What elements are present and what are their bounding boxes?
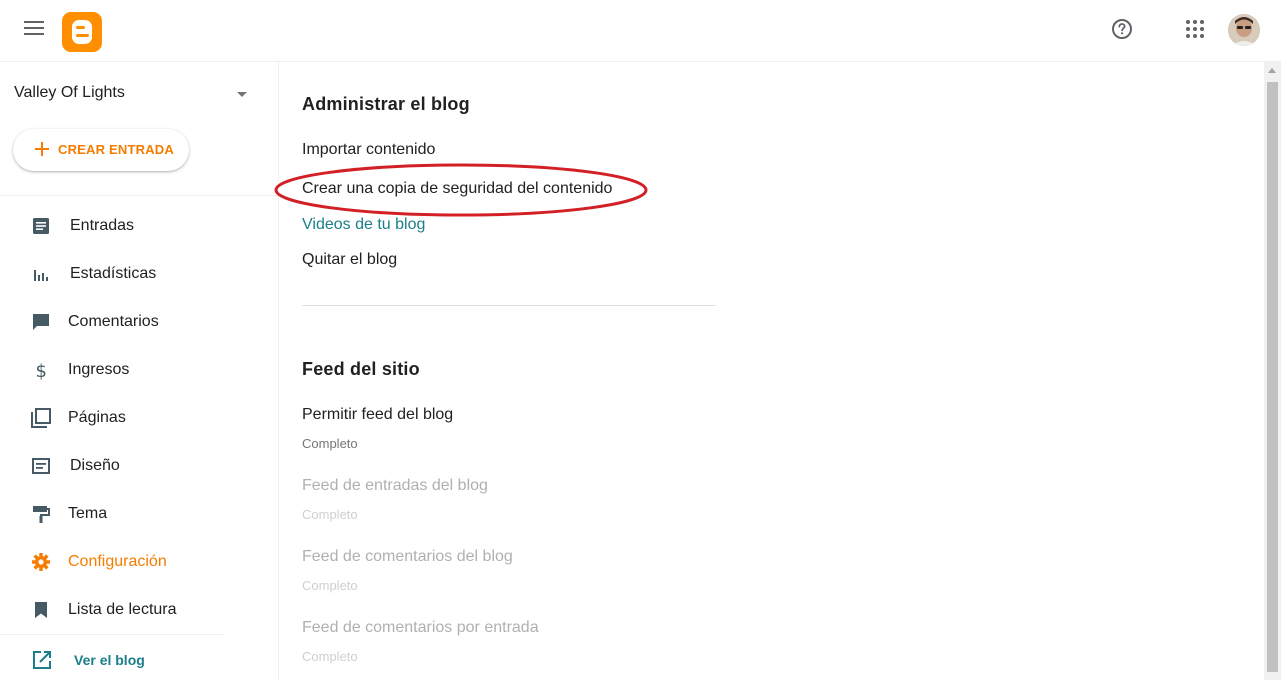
layout-icon [32, 458, 50, 474]
sidebar-item-entradas[interactable]: Entradas [0, 206, 279, 246]
top-app-bar [0, 0, 1281, 62]
create-post-label: CREAR ENTRADA [58, 142, 174, 157]
pages-icon [31, 408, 51, 428]
external-link-icon [33, 651, 51, 669]
allow-feed-setting[interactable]: Permitir feed del blog [302, 406, 453, 424]
sidebar: Valley Of Lights CREAR ENTRADA Entradas … [0, 62, 279, 680]
section-title-feed: Feed del sitio [302, 359, 420, 379]
backup-content-link[interactable]: Crear una copia de seguridad del conteni… [302, 180, 612, 198]
dropdown-caret-icon [237, 92, 247, 97]
sidebar-item-lista-de-lectura[interactable]: Lista de lectura [0, 590, 279, 630]
view-blog-label: Ver el blog [74, 652, 145, 668]
blog-selector[interactable]: Valley Of Lights [14, 84, 254, 108]
per-post-comments-feed-setting: Feed de comentarios por entrada [302, 619, 539, 636]
posts-icon [33, 218, 49, 234]
sidebar-item-label: Configuración [68, 553, 167, 570]
scroll-up-arrow-icon[interactable] [1268, 68, 1276, 73]
sidebar-item-configuracion[interactable]: Configuración [0, 542, 279, 582]
allow-feed-value: Completo [302, 436, 358, 451]
hamburger-icon[interactable] [24, 21, 44, 37]
blog-name: Valley Of Lights [14, 84, 125, 101]
section-title-manage: Administrar el blog [302, 94, 470, 114]
apps-grid-icon[interactable] [1186, 20, 1204, 38]
paint-roller-icon [33, 506, 50, 523]
view-blog-link[interactable]: Ver el blog [0, 646, 224, 674]
sidebar-item-ingresos[interactable]: $ Ingresos [0, 350, 279, 390]
comments-icon [33, 314, 49, 330]
divider [302, 305, 716, 306]
create-post-button[interactable]: CREAR ENTRADA [13, 129, 189, 171]
remove-blog-link[interactable]: Quitar el blog [302, 251, 397, 269]
avatar[interactable] [1228, 14, 1260, 46]
plus-icon [35, 142, 49, 156]
gear-icon [32, 553, 50, 571]
comments-feed-setting: Feed de comentarios del blog [302, 548, 513, 565]
posts-feed-value: Completo [302, 507, 358, 522]
comments-feed-value: Completo [302, 578, 358, 593]
sidebar-item-label: Lista de lectura [68, 601, 177, 618]
sidebar-item-label: Comentarios [68, 313, 159, 330]
dollar-icon: $ [36, 361, 47, 380]
sidebar-item-diseno[interactable]: Diseño [0, 446, 279, 486]
blogger-logo-icon[interactable] [62, 12, 102, 52]
per-post-comments-feed-value: Completo [302, 649, 358, 664]
settings-content: Administrar el blog Importar contenido C… [274, 62, 1264, 680]
vertical-scrollbar[interactable] [1264, 62, 1281, 680]
stats-icon [34, 270, 48, 281]
sidebar-item-comentarios[interactable]: Comentarios [0, 302, 279, 342]
blog-videos-link[interactable]: Videos de tu blog [302, 216, 425, 234]
sidebar-item-estadisticas[interactable]: Estadísticas [0, 254, 279, 294]
sidebar-item-label: Entradas [70, 217, 135, 234]
sidebar-item-label: Ingresos [68, 361, 130, 378]
sidebar-item-label: Páginas [68, 409, 126, 426]
divider [0, 195, 279, 196]
scrollbar-thumb[interactable] [1267, 82, 1278, 672]
svg-text:$: $ [36, 361, 47, 380]
help-icon[interactable] [1111, 18, 1133, 40]
sidebar-item-label: Tema [68, 505, 108, 522]
sidebar-item-label: Estadísticas [70, 265, 157, 282]
sidebar-item-tema[interactable]: Tema [0, 494, 279, 534]
sidebar-item-paginas[interactable]: Páginas [0, 398, 279, 438]
posts-feed-setting: Feed de entradas del blog [302, 477, 488, 494]
bookmark-icon [35, 602, 47, 618]
divider [0, 634, 224, 635]
import-content-link[interactable]: Importar contenido [302, 141, 435, 159]
sidebar-item-label: Diseño [70, 457, 120, 474]
